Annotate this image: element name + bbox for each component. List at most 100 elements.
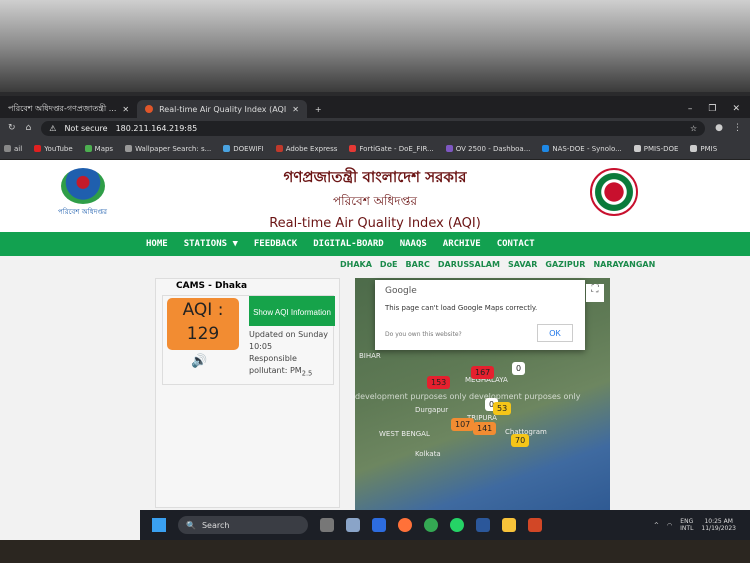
windows-start-icon[interactable]: [152, 518, 166, 532]
file-explorer-icon[interactable]: [502, 518, 516, 532]
ok-button[interactable]: OK: [537, 324, 573, 342]
firefox-icon[interactable]: [398, 518, 412, 532]
bookmark-label: ail: [14, 144, 23, 153]
address-bar[interactable]: ⚠ Not secure 180.211.164.219:85 ☆: [41, 120, 706, 136]
stations-links: DHAKA DoE BARC DARUSSALAM SAVAR GAZIPUR NARAYA…: [0, 256, 750, 272]
station-link-savar[interactable]: SAVAR: [508, 260, 537, 269]
zoom-icon[interactable]: [372, 518, 386, 532]
nav-item-stations[interactable]: STATIONS ▼: [184, 239, 238, 249]
bookmark-1[interactable]: YouTube: [34, 144, 73, 153]
speaker-icon[interactable]: 🔊: [191, 354, 207, 369]
bookmark-7[interactable]: OV 2500 - Dashboa...: [445, 144, 531, 153]
bookmark-0[interactable]: ail: [4, 145, 22, 153]
station-link-darussalam[interactable]: DARUSSALAM: [438, 260, 500, 269]
powerpoint-icon[interactable]: [528, 518, 542, 532]
home-icon[interactable]: ⌂: [26, 123, 32, 133]
aqi-marker[interactable]: 167: [471, 366, 495, 379]
aqi-marker[interactable]: 0: [512, 362, 526, 375]
tab-strip: পরিবেশ অধিদপ্তর-গণপ্রজাতন্ত্রী ... ✕ Real…: [0, 96, 750, 118]
warning-icon: ⚠: [49, 123, 57, 133]
close-window-icon[interactable]: ✕: [732, 104, 740, 114]
url-text: 180.211.164.219:85: [115, 123, 198, 133]
security-label: Not secure: [64, 123, 108, 133]
menu-icon[interactable]: ⋮: [733, 123, 742, 133]
map-watermark: development purposes only development pu…: [355, 392, 581, 401]
updated-time: Updated on Sunday 10:05: [249, 330, 329, 351]
bookmark-10[interactable]: PMIS: [690, 145, 717, 153]
reload-icon[interactable]: ↻: [8, 123, 16, 133]
nav-item-naaqs[interactable]: NAAQS: [400, 239, 427, 249]
aqi-map[interactable]: development purposes only development pu…: [355, 278, 610, 510]
bookmark-label: Wallpaper Search: s...: [135, 144, 212, 153]
bookmark-icon: [275, 145, 283, 152]
aqi-marker[interactable]: 53: [493, 402, 512, 415]
bookmark-icon: [84, 145, 92, 152]
clock[interactable]: 10:25 AM 11/19/2023: [701, 518, 736, 532]
settings-icon[interactable]: [346, 518, 360, 532]
nav-item-feedback[interactable]: FEEDBACK: [254, 239, 297, 249]
nav-item-contact[interactable]: CONTACT: [497, 239, 535, 249]
bookmark-icon: [125, 145, 133, 152]
new-tab-button[interactable]: +: [307, 100, 330, 118]
bookmark-4[interactable]: DOEWIFI: [223, 145, 264, 153]
station-link-narayangan[interactable]: NARAYANGAN: [593, 260, 655, 269]
pollutant: Responsible pollutant: PM2.5: [249, 354, 313, 378]
bookmark-label: PMIS-DOE: [643, 144, 679, 153]
word-icon[interactable]: [476, 518, 490, 532]
bookmark-icon: [349, 145, 357, 152]
tab-aqi[interactable]: Real-time Air Quality Index (AQI ✕: [137, 100, 307, 118]
restore-icon[interactable]: ❐: [708, 104, 716, 114]
maps-error-dialog: Google This page can't load Google Maps …: [375, 280, 585, 350]
aqi-marker[interactable]: 107: [451, 418, 475, 431]
bookmark-8[interactable]: NAS-DOE - Synolo...: [542, 145, 622, 153]
aqi-marker[interactable]: 70: [511, 434, 530, 447]
station-link-gazipur[interactable]: GAZIPUR: [545, 260, 585, 269]
bookmark-9[interactable]: PMIS-DOE: [633, 144, 679, 153]
nav-item-home[interactable]: HOME: [146, 239, 168, 249]
nav-item-digitalboard[interactable]: DIGITAL-BOARD: [313, 239, 383, 249]
close-icon[interactable]: ✕: [292, 105, 299, 114]
taskbar-search[interactable]: 🔍 Search: [178, 516, 308, 534]
show-aqi-info-button[interactable]: Show AQI Information: [249, 296, 335, 326]
nav-item-archive[interactable]: ARCHIVE: [443, 239, 481, 249]
site-header: পরিবেশ অধিদপ্তর গণপ্রজাতন্ত্রী বাংলাদেশ …: [0, 160, 750, 232]
chevron-up-icon[interactable]: ^: [654, 522, 659, 529]
room-ceiling: [0, 0, 750, 92]
profile-icon[interactable]: ●: [715, 123, 723, 133]
bookmark-icon: [633, 145, 641, 152]
map-label: WEST BENGAL: [379, 430, 430, 438]
minimize-icon[interactable]: –: [688, 104, 693, 114]
aqi-marker[interactable]: 153: [427, 376, 451, 389]
station-link-barc[interactable]: BARC: [406, 260, 430, 269]
bookmark-icon: [34, 145, 42, 152]
close-icon[interactable]: ✕: [122, 105, 129, 114]
bookmark-icon: [542, 145, 550, 152]
bookmark-label: YouTube: [44, 144, 73, 153]
aqi-value: 129: [186, 324, 220, 344]
chrome-icon[interactable]: [424, 518, 438, 532]
bookmark-label: PMIS: [700, 144, 718, 153]
bookmark-5[interactable]: Adobe Express: [275, 145, 337, 153]
bookmark-6[interactable]: FortiGate - DoE_FIR...: [349, 144, 434, 153]
tab-label: Real-time Air Quality Index (AQI: [159, 104, 287, 114]
station-name: CAMS - Dhaka: [176, 281, 248, 291]
fullscreen-icon[interactable]: ⛶: [586, 284, 604, 302]
wifi-icon[interactable]: ◠: [667, 522, 672, 529]
bookmark-label: OV 2500 - Dashboa...: [455, 144, 531, 153]
whatsapp-icon[interactable]: [450, 518, 464, 532]
language-indicator[interactable]: ENG INTL: [680, 518, 693, 532]
bookmark-label: FortiGate - DoE_FIR...: [359, 144, 434, 153]
aqi-marker[interactable]: 141: [473, 422, 497, 435]
bookmark-label: Maps: [94, 144, 114, 153]
station-link-dhaka[interactable]: DHAKA: [340, 260, 372, 269]
bookmark-icon: [445, 145, 453, 152]
tab-doe[interactable]: পরিবেশ অধিদপ্তর-গণপ্রজাতন্ত্রী ... ✕: [0, 100, 137, 118]
star-icon[interactable]: ☆: [690, 124, 697, 133]
bookmark-2[interactable]: Maps: [84, 144, 114, 153]
government-emblem: [590, 168, 638, 216]
task-view-icon[interactable]: [320, 518, 334, 532]
station-link-doe[interactable]: DoE: [380, 260, 398, 269]
bookmark-icon: [690, 145, 698, 152]
bookmark-3[interactable]: Wallpaper Search: s...: [125, 145, 211, 153]
own-website-link[interactable]: Do you own this website?: [385, 331, 462, 338]
